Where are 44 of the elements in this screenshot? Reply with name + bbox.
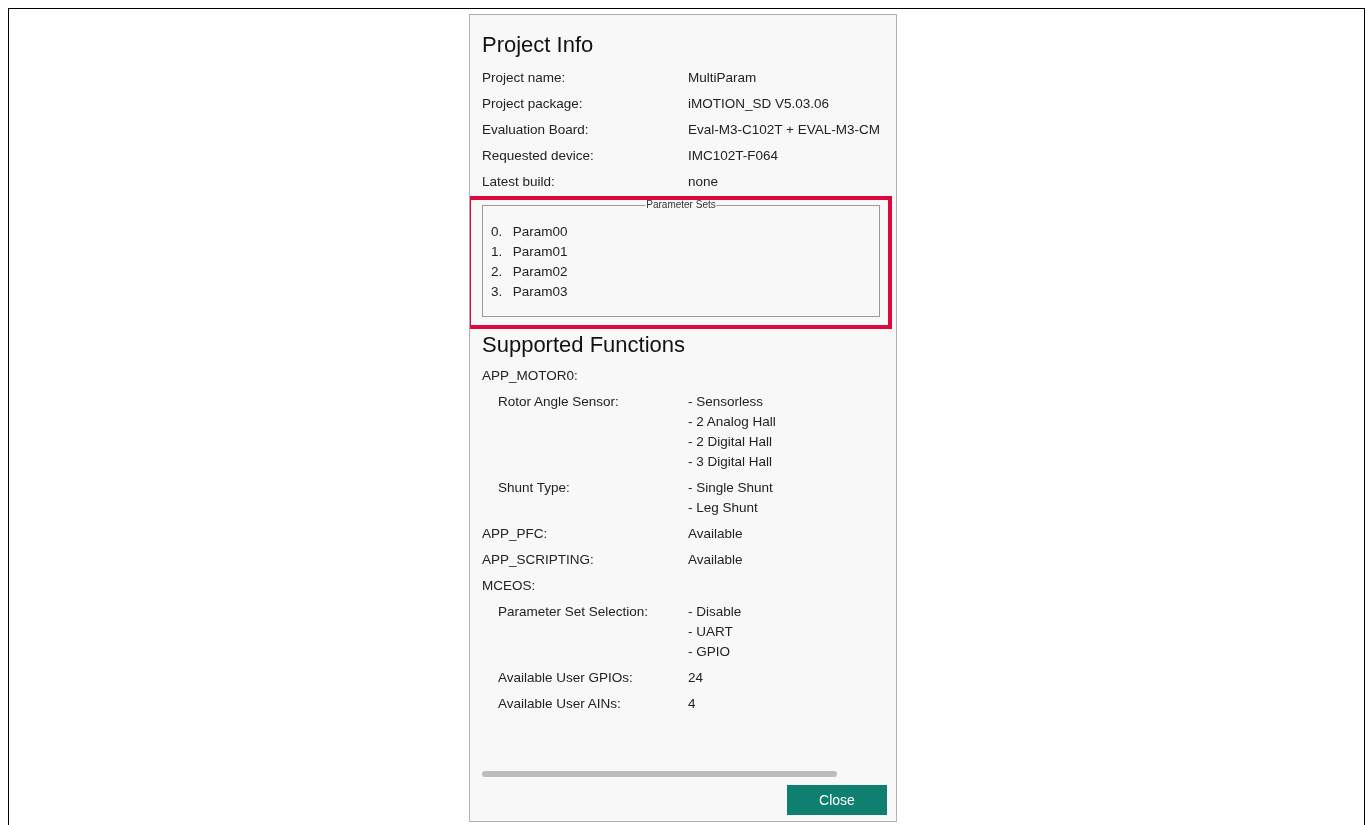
section-title: Project Info [482, 31, 595, 59]
section-title: Supported Functions [482, 331, 687, 359]
function-label: APP_PFC: [482, 525, 549, 543]
list-number: 2. [491, 263, 504, 281]
parameter-set-name: Param03 [512, 284, 568, 299]
parameter-set-name: Param00 [512, 224, 568, 239]
list-number: 3. [491, 283, 504, 301]
field-label: Project name: [482, 69, 567, 87]
list-number: 0. [491, 223, 504, 241]
function-value: - Disable [688, 603, 742, 621]
function-value: - Leg Shunt [688, 499, 759, 517]
function-label: Available User AINs: [497, 695, 622, 713]
function-label: APP_SCRIPTING: [482, 551, 595, 569]
function-value: - Single Shunt [688, 479, 773, 497]
field-value: MultiParam [688, 69, 757, 87]
parameter-set-name: Param01 [512, 244, 568, 259]
function-label: Parameter Set Selection: [497, 603, 650, 621]
close-button[interactable]: Close [787, 785, 887, 815]
parameter-set-name: Param02 [512, 264, 568, 279]
function-value: - 2 Digital Hall [688, 433, 774, 451]
field-value: IMC102T-F064 [688, 147, 779, 165]
field-label: Evaluation Board: [482, 121, 590, 139]
field-value: iMOTION_SD V5.03.06 [688, 95, 830, 113]
function-value: - Sensorless [688, 393, 765, 411]
function-value: - UART [688, 623, 734, 641]
field-label: Latest build: [482, 173, 556, 191]
horizontal-scrollbar[interactable] [482, 771, 837, 777]
list-number: 1. [491, 243, 504, 261]
field-label: Requested device: [482, 147, 595, 165]
field-label: Project package: [482, 95, 584, 113]
function-value: Available [688, 551, 743, 569]
field-value: none [688, 173, 719, 191]
function-value: - 3 Digital Hall [688, 453, 774, 471]
function-label: Available User GPIOs: [497, 669, 634, 687]
field-value: Eval-M3-C102T + EVAL-M3-CM [688, 121, 880, 139]
function-value: Available [688, 525, 743, 543]
function-label: APP_MOTOR0: [482, 367, 579, 385]
function-value: 24 [688, 669, 704, 687]
function-value: 4 [688, 695, 696, 713]
function-label: Shunt Type: [497, 479, 571, 497]
function-label: MCEOS: [482, 577, 537, 595]
function-label: Rotor Angle Sensor: [497, 393, 620, 411]
function-value: - 2 Analog Hall [688, 413, 776, 431]
function-value: - GPIO [688, 643, 731, 661]
